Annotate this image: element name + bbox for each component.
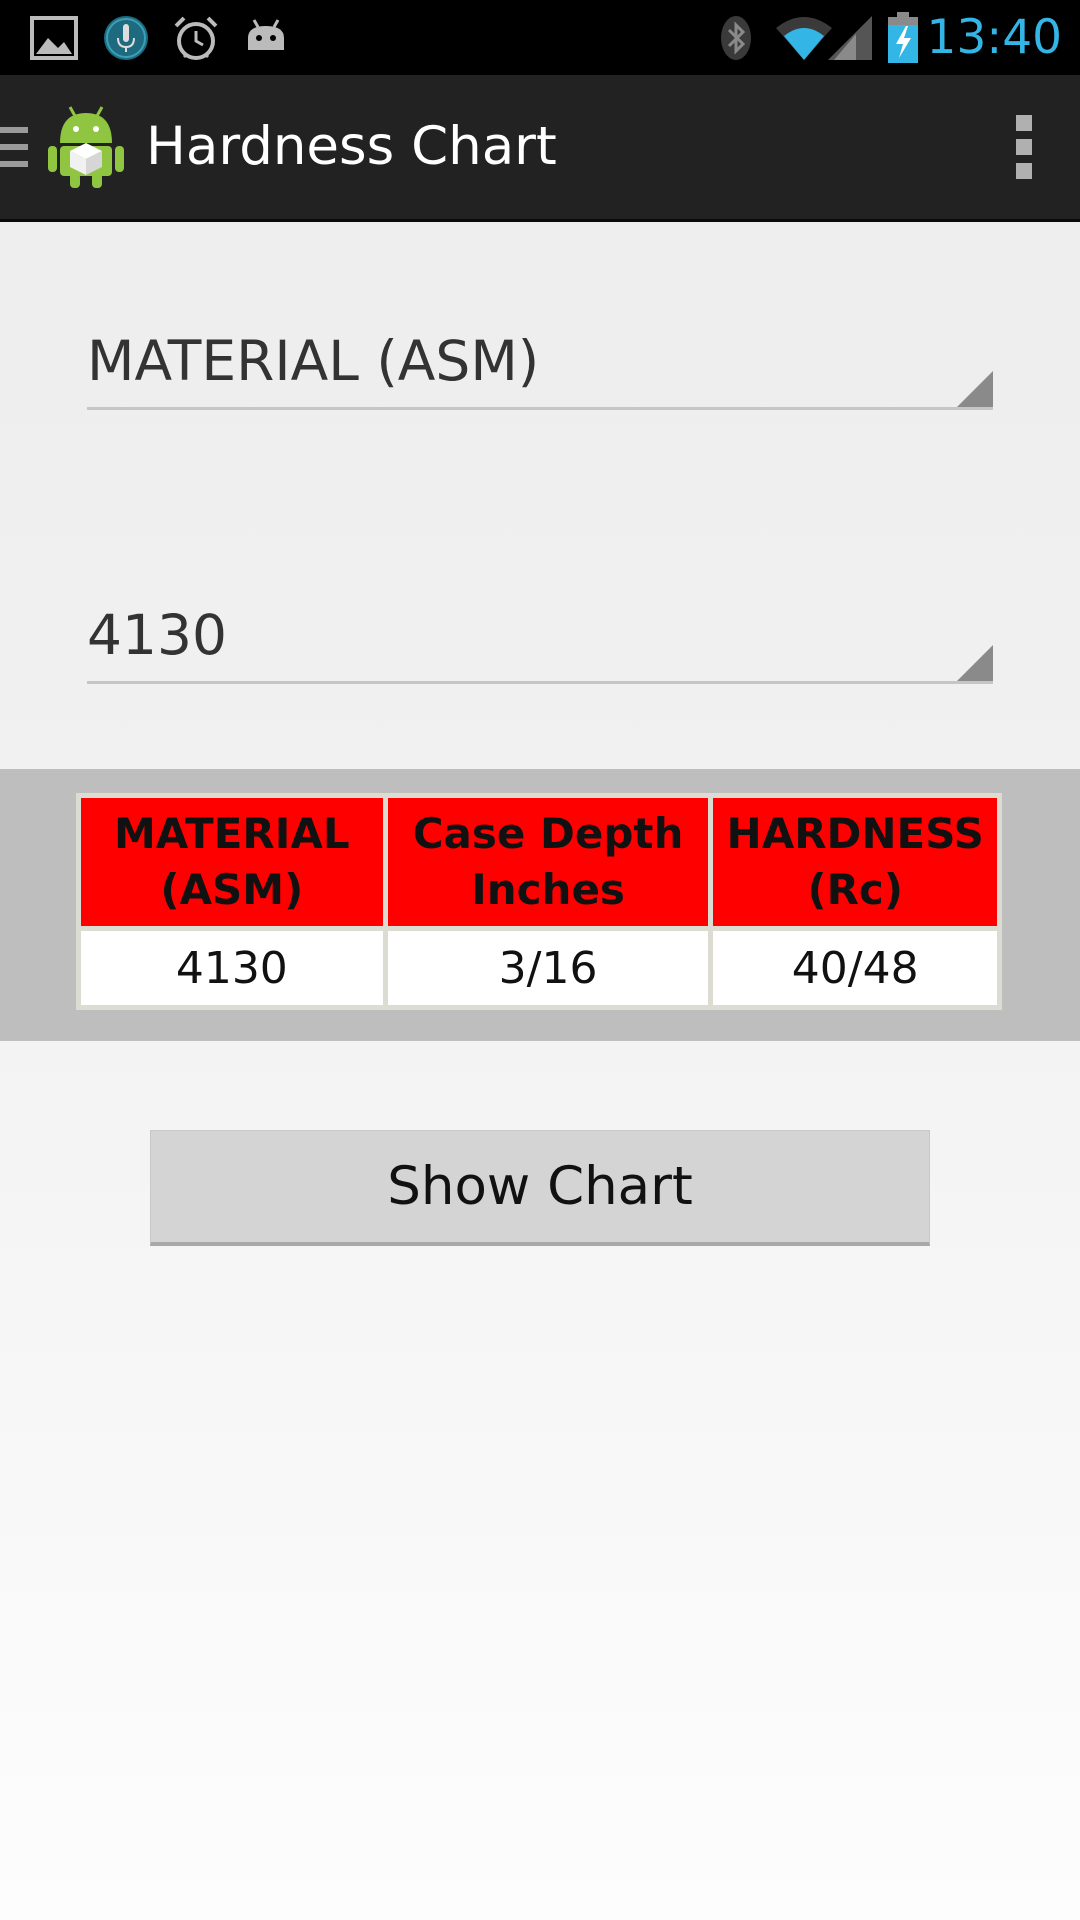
battery-charging-icon [888,12,918,63]
status-time: 13:40 [926,10,1062,65]
column-header-hardness: HARDNESS (Rc) [713,798,997,926]
dropdown-arrow-icon [957,645,993,681]
action-bar: Hardness Chart [0,75,1080,222]
overflow-menu-icon[interactable] [1016,115,1032,179]
app-title: Hardness Chart [146,116,557,177]
material-spinner-value: 4130 [87,603,227,667]
header-line: Inches [471,865,625,914]
category-spinner-value: MATERIAL (ASM) [87,329,540,393]
status-bar: 13:40 [0,0,1080,75]
column-header-case-depth: Case Depth Inches [387,798,709,926]
table-row: 4130 3/16 40/48 [81,931,997,1005]
drawer-menu-icon[interactable] [0,125,30,169]
alarm-clock-icon [174,16,218,60]
header-line: Case Depth [412,809,684,858]
table-header-row: MATERIAL (ASM) Case Depth Inches HARDNESS (… [81,798,997,926]
bluetooth-icon [721,16,751,60]
wifi-icon [776,17,832,60]
voice-search-icon [104,16,148,60]
category-spinner[interactable]: MATERIAL (ASM) [87,323,993,410]
header-line: MATERIAL [114,809,350,858]
header-line: (ASM) [160,865,304,914]
show-chart-button[interactable]: Show Chart [150,1130,930,1246]
cell-case-depth: 3/16 [387,931,709,1005]
cell-hardness: 40/48 [713,931,997,1005]
header-line: HARDNESS [726,809,984,858]
cell-material: 4130 [81,931,383,1005]
header-line: (Rc) [807,865,904,914]
column-header-material: MATERIAL (ASM) [81,798,383,926]
hardness-table: MATERIAL (ASM) Case Depth Inches HARDNESS (… [76,793,1002,1010]
dropdown-arrow-icon [957,371,993,407]
material-spinner[interactable]: 4130 [87,597,993,684]
cell-signal-icon [828,16,872,60]
gallery-icon [30,16,78,60]
app-android-icon[interactable] [46,103,126,189]
android-notification-icon [248,19,284,50]
